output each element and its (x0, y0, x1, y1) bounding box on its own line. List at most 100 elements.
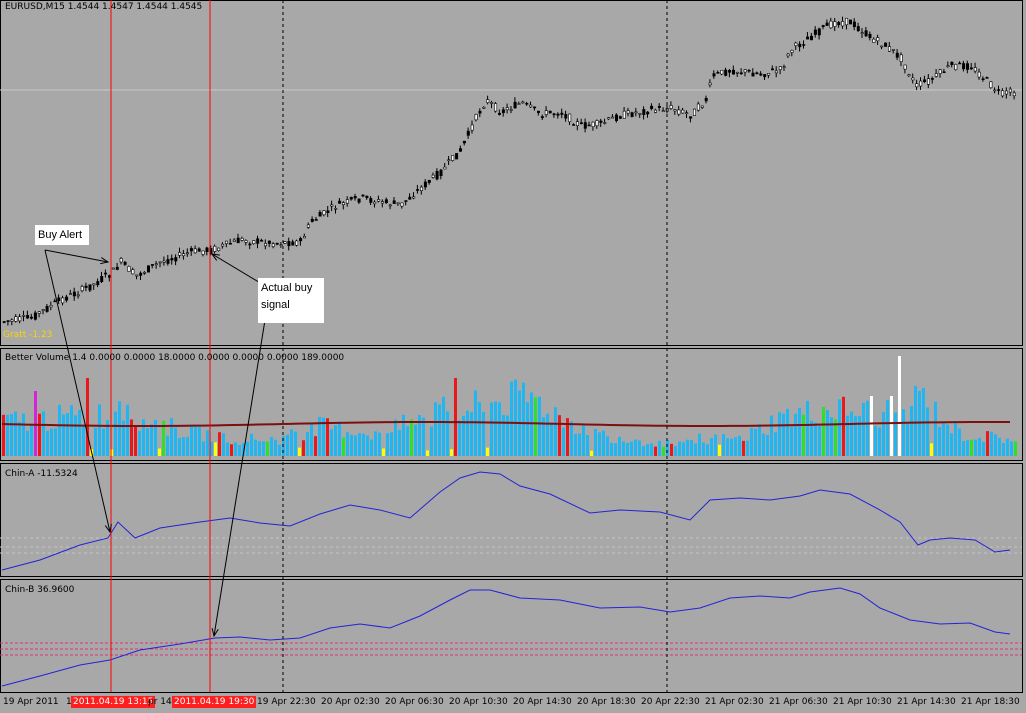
volume-bar (590, 450, 593, 456)
candle-body (942, 71, 946, 74)
volume-bar (366, 435, 369, 456)
volume-bar (958, 428, 961, 456)
candle-body (119, 258, 123, 263)
candle-body (856, 26, 860, 32)
candle-body (938, 69, 942, 74)
volume-bar (894, 412, 897, 456)
time-label: 20 Apr 18:30 (577, 697, 636, 707)
candle-body (416, 189, 420, 191)
candle-body (365, 195, 369, 199)
candle-body (205, 247, 209, 252)
volume-bar (354, 435, 357, 456)
candle-body (256, 238, 260, 244)
volume-bar (410, 419, 413, 456)
candle-body (919, 80, 923, 87)
time-label: 20 Apr 14:30 (513, 697, 572, 707)
volume-bar (950, 433, 953, 456)
price-candles[interactable] (2, 16, 1016, 326)
candle-body (299, 238, 303, 242)
candle-body (634, 111, 638, 114)
candle-body (88, 284, 92, 291)
candle-body (174, 257, 178, 262)
candle-body (287, 241, 291, 247)
time-label: pr 14 (148, 697, 172, 707)
volume-bar (302, 440, 305, 456)
candle-body (583, 122, 587, 129)
candle-body (685, 112, 689, 115)
volume-bar (254, 439, 257, 456)
time-label: 21 Apr 02:30 (705, 697, 764, 707)
candle-body (646, 111, 650, 115)
candle-body (353, 196, 357, 199)
arrow-signal-chin-b (213, 319, 266, 637)
candle-body (969, 67, 973, 70)
volume-bar (838, 399, 841, 456)
volume-bar (514, 379, 517, 456)
volume-bar (926, 407, 929, 456)
candle-body (747, 69, 751, 72)
better-volume-label: Better Volume 1.4 0.0000 0.0000 18.0000 … (5, 353, 345, 363)
candle-body (338, 200, 342, 204)
volume-bar (986, 431, 989, 456)
volume-bar (666, 440, 669, 456)
candle-body (22, 315, 26, 317)
volume-bar (94, 427, 97, 456)
volume-bar (818, 425, 821, 456)
candle-body (80, 286, 84, 291)
candle-body (915, 83, 919, 88)
volume-bar (598, 432, 601, 456)
candle-body (946, 65, 950, 67)
volume-bar (634, 439, 637, 456)
volume-bar (722, 434, 725, 456)
volume-bar (1002, 442, 1005, 456)
volume-bar (2, 414, 5, 456)
candle-body (111, 267, 115, 270)
volume-bar (994, 434, 997, 456)
candle-body (575, 121, 579, 126)
volume-bar (782, 413, 785, 456)
candle-body (57, 297, 61, 302)
candle-body (716, 72, 720, 74)
chin-b-indicator[interactable] (1, 587, 1011, 687)
volume-bar (66, 413, 69, 456)
volume-bar (142, 419, 145, 456)
candle-body (69, 293, 73, 295)
volume-bar (882, 412, 885, 456)
candle-body (689, 116, 693, 119)
actual-buy-line1: Actual buy (261, 282, 313, 294)
volume-histogram[interactable] (1, 356, 1017, 456)
volume-bar (690, 439, 693, 456)
arrow-signal-price-head (210, 253, 220, 261)
volume-bar (6, 414, 9, 456)
candle-body (864, 30, 868, 37)
volume-bar (562, 427, 565, 456)
candle-body (903, 64, 907, 70)
candle-body (513, 101, 517, 109)
volume-bar (906, 422, 909, 456)
candle-body (412, 196, 416, 199)
volume-bar (794, 413, 797, 456)
candle-body (774, 70, 778, 74)
candle-body (560, 112, 564, 115)
candle-body (49, 305, 53, 308)
symbol-label: EURUSD,M15 1.4544 1.4547 1.4544 1.4545 (5, 2, 203, 12)
volume-bar (446, 411, 449, 456)
volume-bar (290, 429, 293, 456)
candle-body (661, 110, 665, 112)
volume-bar (898, 356, 901, 456)
candle-body (708, 82, 712, 86)
candle-body (720, 69, 724, 75)
volume-bar (858, 416, 861, 456)
chin-a-indicator[interactable] (1, 471, 1011, 571)
volume-bar (46, 430, 49, 456)
volume-bar (706, 444, 709, 456)
candle-body (318, 212, 322, 217)
candle-body (197, 248, 201, 252)
volume-bar (22, 413, 25, 456)
candle-body (743, 69, 747, 73)
candle-body (65, 296, 69, 301)
volume-bar (974, 439, 977, 456)
candle-body (330, 204, 334, 207)
candle-body (552, 113, 556, 116)
volume-bar (238, 444, 241, 456)
